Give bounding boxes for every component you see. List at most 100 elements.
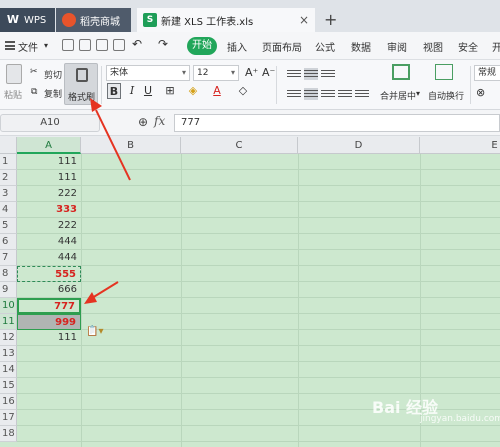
cell-a11[interactable]: 999 [17,314,81,330]
border-icon[interactable]: ⊞ [163,83,177,99]
number-format-value: 常规 [478,68,497,78]
column-header-a[interactable]: A [17,137,81,154]
number-format-select[interactable]: 常规 [474,65,500,81]
align-center-icon[interactable] [304,88,318,100]
merge-center-button[interactable]: 合并居中 [380,89,416,102]
distributed-icon[interactable] [355,88,369,100]
row-header[interactable]: 5 [0,218,17,234]
fill-color-icon[interactable]: ◈ [186,83,200,99]
italic-button[interactable]: I [125,83,139,99]
row-header[interactable]: 18 [0,426,17,442]
column-header-c[interactable]: C [181,137,298,154]
row-header[interactable]: 7 [0,250,17,266]
select-all-corner[interactable] [0,137,17,154]
format-painter-button[interactable]: 格式刷 [64,63,98,105]
menu-view[interactable]: 视图 [423,39,443,54]
font-size-select[interactable]: 12 ▾ [193,65,239,81]
merge-center-icon[interactable] [392,64,410,80]
print-icon[interactable] [96,39,108,51]
row-header[interactable]: 1 [0,154,17,170]
wrap-text-icon[interactable] [435,64,453,80]
menu-review[interactable]: 审阅 [387,39,407,54]
menu-security[interactable]: 安全 [458,39,478,54]
eraser-icon[interactable]: ◇ [236,83,250,99]
bold-button[interactable]: B [107,83,121,99]
cut-button[interactable]: 剪切 [44,68,62,81]
formula-input[interactable]: 777 [174,114,500,132]
row-header[interactable]: 2 [0,170,17,186]
paste-icon[interactable] [6,64,22,84]
menu-data[interactable]: 数据 [351,39,371,54]
gridline [17,313,500,314]
row-header[interactable]: 10 [0,298,17,314]
column-header-e[interactable]: E [420,137,500,154]
align-middle-icon[interactable] [304,68,318,80]
tab-docer[interactable]: 稻壳商城 [56,8,131,32]
align-left-icon[interactable] [287,88,301,100]
cell-a5[interactable]: 222 [17,218,81,234]
menu-developer[interactable]: 开 [492,39,500,54]
cell-a6[interactable]: 444 [17,234,81,250]
copy-button[interactable]: 复制 [44,87,62,100]
menu-insert[interactable]: 插入 [227,39,247,54]
row-header[interactable]: 8 [0,266,17,282]
align-right-icon[interactable] [321,88,335,100]
wrap-text-button[interactable]: 自动换行 [428,89,464,102]
row-header[interactable]: 4 [0,202,17,218]
save-icon[interactable] [62,39,74,51]
row-header[interactable]: 17 [0,410,17,426]
column-header-d[interactable]: D [298,137,420,154]
font-grow-button[interactable]: A⁺ [245,66,258,79]
column-header-b[interactable]: B [81,137,181,154]
font-name-select[interactable]: 宋体 ▾ [106,65,190,81]
cell-a12[interactable]: 111 [17,330,81,346]
cell-a1[interactable]: 111 [17,154,81,170]
cell-a7[interactable]: 444 [17,250,81,266]
gridline [298,154,299,447]
row-header[interactable]: 15 [0,378,17,394]
paste-label[interactable]: 粘贴 [4,88,22,101]
export-icon[interactable] [79,39,91,51]
cell-a8[interactable]: 555 [17,266,81,282]
menu-formulas[interactable]: 公式 [315,39,335,54]
print-preview-icon[interactable] [113,39,125,51]
tab-wps[interactable]: W WPS [0,8,55,32]
new-tab-button[interactable]: + [324,12,337,28]
align-top-icon[interactable] [287,68,301,80]
menu-icon[interactable] [5,41,15,50]
row-header[interactable]: 9 [0,282,17,298]
close-icon[interactable]: × [299,13,309,27]
currency-icon[interactable]: ⊗ [476,86,485,99]
align-bottom-icon[interactable] [321,68,335,80]
row-header[interactable]: 12 [0,330,17,346]
name-box[interactable]: A10 [0,114,100,132]
row-header[interactable]: 14 [0,362,17,378]
cell-a3[interactable]: 222 [17,186,81,202]
paste-options-icon[interactable]: 📋▾ [86,326,103,337]
row-header[interactable]: 13 [0,346,17,362]
cell-a10[interactable]: 777 [17,298,81,314]
cell-a9[interactable]: 666 [17,282,81,298]
redo-icon[interactable]: ↷ [158,37,168,51]
font-color-icon[interactable]: A [210,83,224,99]
undo-icon[interactable]: ↶ [132,37,142,51]
scissors-icon[interactable]: ✂ [30,67,38,77]
file-menu[interactable]: 文件 [18,39,38,54]
row-header[interactable]: 3 [0,186,17,202]
font-shrink-button[interactable]: A⁻ [262,66,275,79]
cell-a2[interactable]: 111 [17,170,81,186]
copy-icon[interactable]: ⧉ [31,87,37,97]
row-header[interactable]: 6 [0,234,17,250]
menu-page-layout[interactable]: 页面布局 [262,39,302,54]
chevron-down-icon[interactable]: ▾ [416,89,420,98]
chevron-down-icon[interactable]: ▾ [44,41,48,50]
row-header[interactable]: 11 [0,314,17,330]
row-header[interactable]: 16 [0,394,17,410]
justify-icon[interactable] [338,88,352,100]
menu-home[interactable]: 开始 [187,37,217,55]
cell-a4[interactable]: 333 [17,202,81,218]
zoom-icon[interactable]: ⊕ [138,115,148,129]
underline-button[interactable]: U [141,83,155,99]
tab-spreadsheet[interactable]: S 新建 XLS 工作表.xls × [137,8,315,32]
function-button[interactable]: fx [154,114,165,128]
